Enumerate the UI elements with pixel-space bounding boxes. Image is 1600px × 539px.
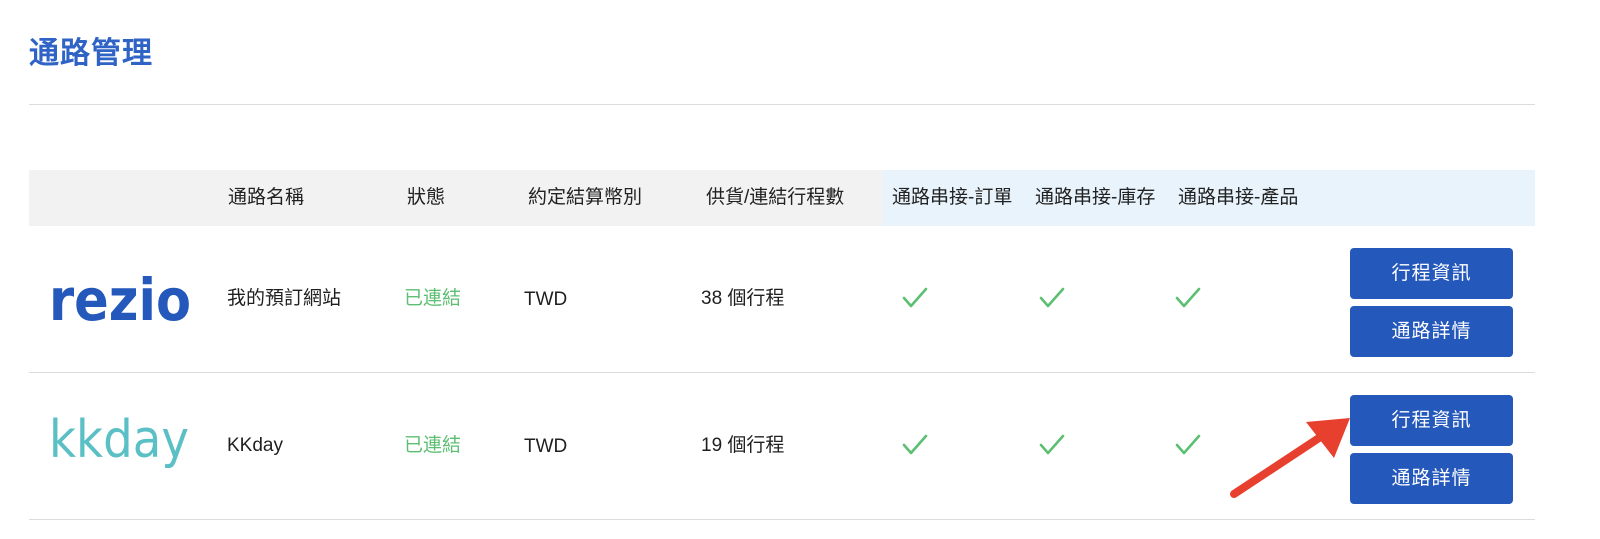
- check-icon: [1038, 431, 1066, 459]
- svg-text:rezio: rezio: [49, 266, 191, 334]
- header-order-link: 通路串接-訂單: [892, 187, 1013, 208]
- check-icon: [1174, 284, 1202, 312]
- page-title: 通路管理: [29, 37, 153, 70]
- channel-name: 我的預訂網站: [227, 288, 342, 309]
- status-badge: 已連結: [404, 435, 462, 456]
- title-divider: [29, 104, 1535, 105]
- currency: TWD: [524, 289, 568, 310]
- red-arrow-annotation: [1226, 408, 1356, 502]
- table-row: rezio 我的預訂網站 已連結 TWD 38 個行程 行程資訊 通路詳情: [29, 226, 1535, 373]
- header-channel-name: 通路名稱: [228, 187, 305, 208]
- check-icon: [901, 431, 929, 459]
- channel-details-button[interactable]: 通路詳情: [1350, 453, 1513, 504]
- header-status: 狀態: [407, 187, 446, 208]
- status-badge: 已連結: [404, 288, 462, 309]
- table-header: 通路名稱 狀態 約定結算幣別 供貨/連結行程數 通路串接-訂單 通路串接-庫存 …: [29, 170, 1535, 226]
- trip-info-button[interactable]: 行程資訊: [1350, 248, 1513, 299]
- rezio-logo: rezio: [49, 266, 199, 336]
- trip-count: 19 個行程: [701, 435, 785, 456]
- trip-info-button[interactable]: 行程資訊: [1350, 395, 1513, 446]
- check-icon: [1038, 284, 1066, 312]
- check-icon: [1174, 431, 1202, 459]
- kkday-logo: kkday: [49, 411, 199, 481]
- currency: TWD: [524, 436, 568, 457]
- channel-name: KKday: [227, 435, 283, 456]
- header-trip-count: 供貨/連結行程數: [706, 187, 845, 208]
- channel-details-button[interactable]: 通路詳情: [1350, 306, 1513, 357]
- check-icon: [901, 284, 929, 312]
- svg-text:kkday: kkday: [49, 411, 189, 470]
- trip-count: 38 個行程: [701, 288, 785, 309]
- header-stock-link: 通路串接-庫存: [1035, 187, 1156, 208]
- header-currency: 約定結算幣別: [528, 187, 643, 208]
- header-product-link: 通路串接-產品: [1178, 187, 1299, 208]
